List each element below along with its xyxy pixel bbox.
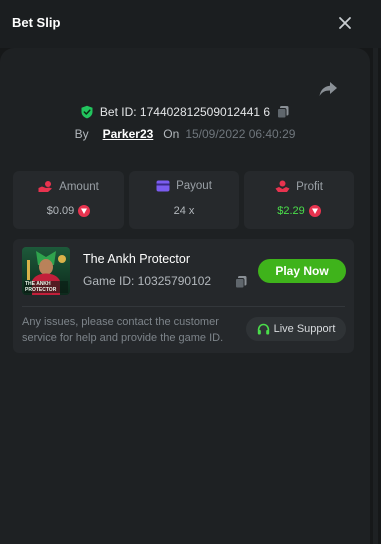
copy-icon[interactable] [276, 105, 290, 119]
amount-label: Amount [59, 180, 99, 193]
amount-value: $0.09 [46, 205, 75, 217]
bet-id-row: Bet ID: 174402812509012441 6 [0, 102, 370, 122]
live-support-label: Live Support [273, 323, 336, 335]
on-label: On [163, 127, 180, 141]
close-icon[interactable] [337, 15, 353, 31]
game-thumbnail[interactable]: THE ANKH PROTECTOR [22, 247, 70, 295]
live-support-button[interactable]: Live Support [246, 317, 346, 341]
header: Bet Slip [0, 0, 381, 48]
share-icon[interactable] [318, 80, 338, 98]
bet-id-text: Bet ID: 174402812509012441 6 [99, 105, 271, 119]
coin-icon [78, 205, 91, 217]
game-id: Game ID: 10325790102 [83, 274, 212, 288]
copy-icon[interactable] [234, 275, 248, 289]
divider [22, 306, 345, 307]
coin-icon [308, 205, 321, 217]
profit-card: Profit $2.29 [244, 171, 354, 229]
shield-check-icon [81, 105, 93, 119]
profit-value: $2.29 [277, 205, 305, 217]
hand-coin-icon [38, 181, 53, 192]
scrollbar[interactable] [373, 48, 378, 544]
bet-datetime: 15/09/2022 06:40:29 [185, 127, 296, 141]
payout-value: 24 x [173, 205, 195, 217]
bet-meta-row: By Parker23 On 15/09/2022 06:40:29 [0, 124, 370, 144]
amount-card: Amount $0.09 [13, 171, 124, 229]
by-label: By [74, 127, 89, 141]
card-icon [156, 180, 170, 192]
username-link[interactable]: Parker23 [103, 127, 154, 141]
profit-hand-icon [275, 180, 290, 192]
support-notice: Any issues, please contact the customer … [22, 316, 224, 344]
headset-icon [257, 323, 269, 334]
play-now-button[interactable]: Play Now [258, 259, 346, 283]
bet-slip-title: Bet Slip [12, 15, 61, 30]
payout-label: Payout [176, 180, 212, 192]
profit-label: Profit [296, 180, 323, 193]
game-card: THE ANKH PROTECTOR The Ankh Protector Ga… [13, 239, 354, 353]
thumbnail-caption: THE ANKH PROTECTOR [25, 281, 57, 293]
payout-card: Payout 24 x [129, 171, 239, 229]
game-name: The Ankh Protector [83, 252, 191, 266]
